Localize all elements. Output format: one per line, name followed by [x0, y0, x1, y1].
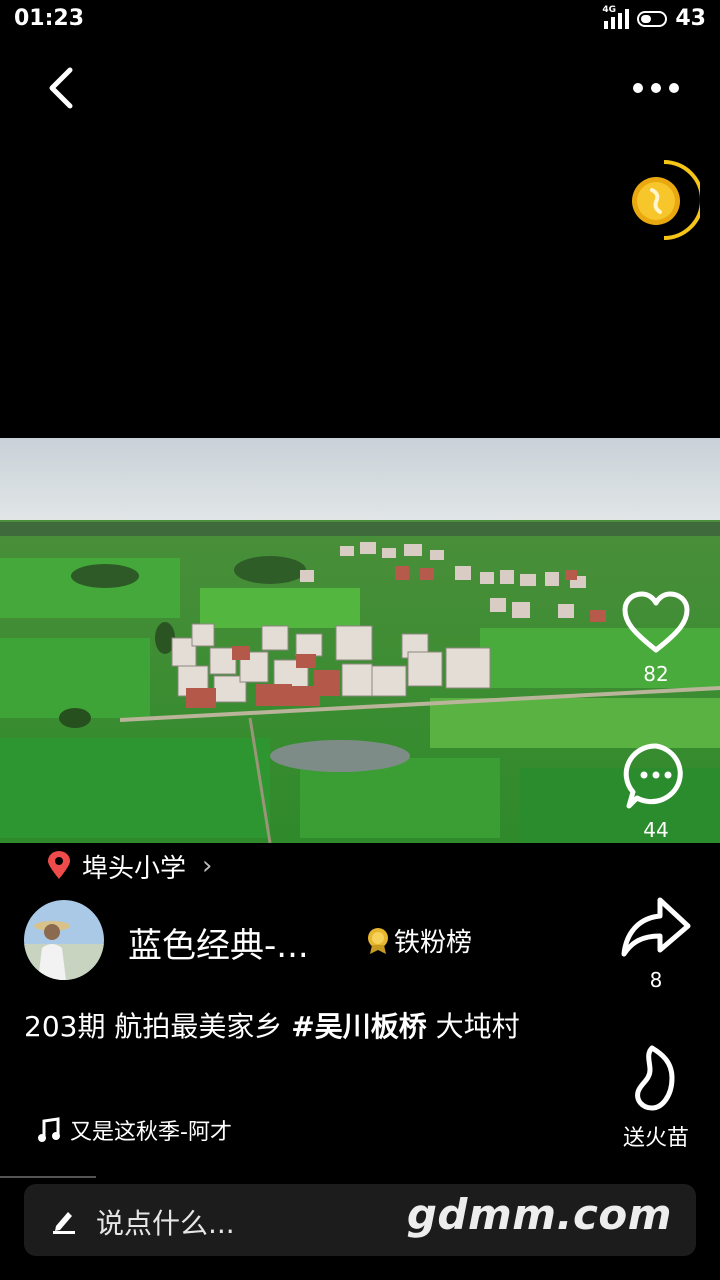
location-name: 埠头小学 — [82, 853, 187, 884]
status-time: 01:23 — [14, 6, 85, 31]
progress-divider — [0, 1176, 96, 1178]
fans-rank-label: 铁粉榜 — [394, 928, 473, 958]
fans-rank-badge[interactable]: 铁粉榜 — [366, 922, 472, 959]
share-count: 8 — [649, 968, 663, 992]
gold-coin-icon — [632, 160, 704, 240]
coin-reward-widget[interactable] — [624, 158, 704, 244]
flame-icon — [635, 1045, 675, 1111]
chevron-left-icon — [49, 67, 73, 109]
like-count: 82 — [643, 662, 669, 686]
author-name[interactable]: 蓝色经典-... — [128, 918, 348, 967]
network-type: 4G — [602, 4, 617, 15]
share-button[interactable]: 8 — [608, 894, 704, 992]
pencil-icon — [53, 1212, 75, 1234]
caption-suffix: 大坉村 — [426, 1010, 520, 1043]
location-pin-icon — [48, 851, 70, 879]
comment-bubble-icon — [623, 743, 683, 809]
more-options-button[interactable] — [624, 66, 688, 110]
signal-icon: 4G — [602, 5, 630, 29]
music-note-icon — [38, 1117, 60, 1142]
site-watermark: gdmm.com — [406, 1190, 672, 1239]
back-button[interactable] — [40, 62, 88, 114]
status-indicators: 4G 43 — [602, 5, 706, 32]
battery-icon — [637, 10, 668, 27]
send-fire-button[interactable]: 送火苗 — [608, 1044, 704, 1152]
medal-icon — [368, 927, 388, 954]
location-tag[interactable]: 埠头小学 › — [46, 848, 212, 884]
battery-level: 43 — [675, 6, 706, 31]
share-arrow-icon — [621, 897, 691, 957]
chevron-right-icon: › — [202, 851, 213, 881]
comment-placeholder: 说点什么... — [96, 1207, 235, 1240]
heart-icon — [622, 591, 690, 653]
avatar-photo — [24, 900, 104, 980]
caption-text: 203期 航拍最美家乡 — [24, 1010, 292, 1043]
music-info[interactable]: 又是这秋季-阿才 — [36, 1114, 232, 1146]
video-caption: 203期 航拍最美家乡 #吴川板桥 大坉村 — [24, 1006, 584, 1048]
send-fire-label: 送火苗 — [622, 1126, 689, 1151]
music-title: 又是这秋季-阿才 — [70, 1120, 232, 1145]
author-avatar[interactable] — [24, 900, 104, 980]
comment-button[interactable]: 44 — [608, 740, 704, 842]
comment-input-bar[interactable]: 说点什么... gdmm.com — [24, 1184, 696, 1256]
hashtag-link[interactable]: #吴川板桥 — [291, 1010, 426, 1043]
like-button[interactable]: 82 — [608, 590, 704, 686]
comment-count: 44 — [643, 818, 669, 842]
more-horizontal-icon — [633, 83, 679, 93]
